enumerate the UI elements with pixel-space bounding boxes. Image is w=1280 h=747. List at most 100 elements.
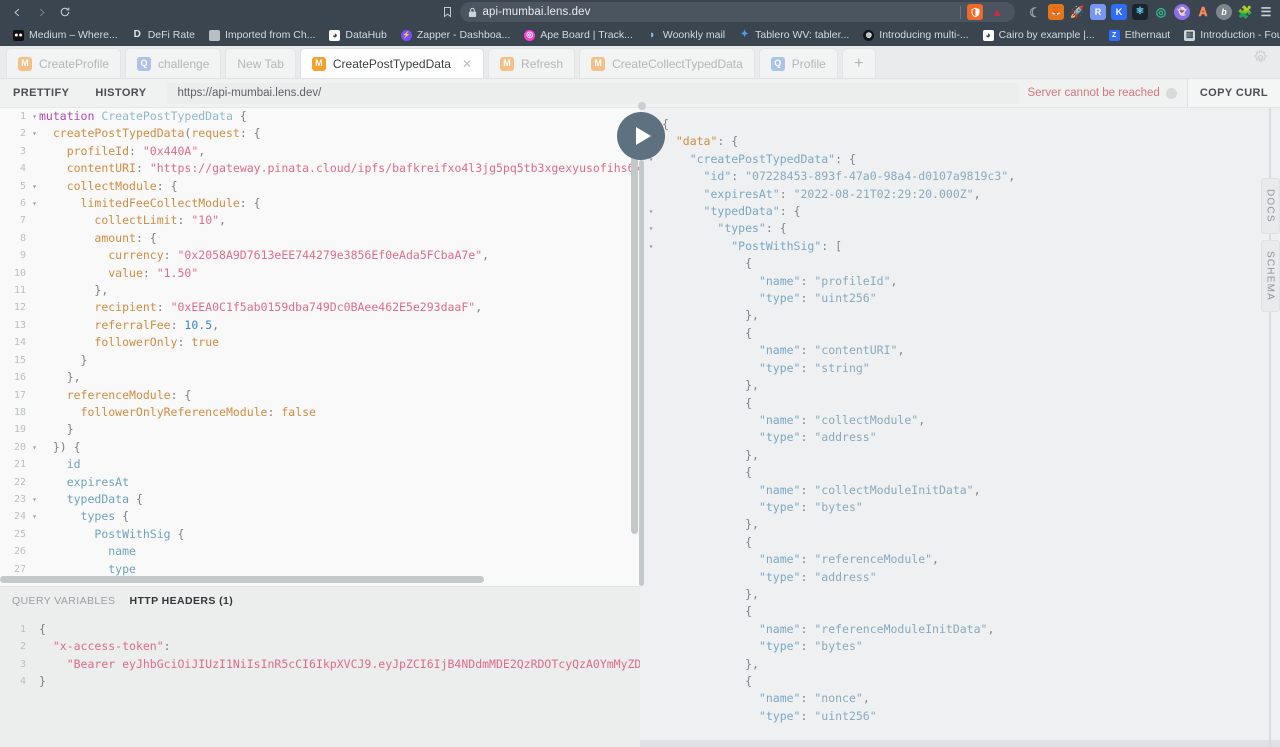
code-token: "https://gateway.pinata.cloud/ipfs/bafkr… bbox=[149, 161, 640, 176]
tab-type-badge: Q bbox=[770, 56, 785, 71]
code-token: } bbox=[39, 674, 46, 689]
line-number: 1 bbox=[19, 624, 26, 635]
tab-type-badge: M bbox=[18, 56, 32, 71]
warning-triangle-icon[interactable]: ▲ bbox=[989, 4, 1005, 20]
argent-icon[interactable]: 𝐀 bbox=[1195, 4, 1211, 20]
execute-query-button[interactable] bbox=[617, 112, 665, 160]
gear-icon[interactable] bbox=[1253, 49, 1280, 75]
extensions-puzzle-icon[interactable]: 🧩 bbox=[1237, 4, 1253, 20]
omnibox-container: api-mumbai.lens.dev ▲ bbox=[78, 2, 1016, 22]
result-token: : bbox=[800, 552, 815, 567]
schema-tab[interactable]: SCHEMA bbox=[1260, 239, 1280, 312]
tab-query-variables[interactable]: QUERY VARIABLES bbox=[12, 595, 115, 607]
code-line-source: } bbox=[39, 673, 640, 690]
fold-toggle-icon[interactable]: ▾ bbox=[30, 178, 39, 195]
fold-toggle-icon[interactable]: ▾ bbox=[30, 439, 39, 456]
code-token: types bbox=[80, 509, 116, 524]
code-line-source: referenceModule: { bbox=[39, 387, 640, 404]
keplr-wallet-icon[interactable]: K bbox=[1111, 4, 1127, 20]
copy-curl-button[interactable]: COPY CURL bbox=[1186, 79, 1280, 107]
result-token: : bbox=[731, 169, 746, 184]
bookmark-item[interactable]: ◎ Ape Board | Track... bbox=[517, 26, 640, 44]
left-column: 1 ▾ mutation CreatePostTypedData {2 ▾ creat… bbox=[0, 102, 665, 747]
bookmark-item[interactable]: ⚡ Zapper - Dashboa... bbox=[394, 26, 517, 44]
graphiql-tab[interactable]: Qchallenge bbox=[125, 48, 222, 78]
query-editor[interactable]: 1 ▾ mutation CreatePostTypedData {2 ▾ creat… bbox=[0, 108, 640, 586]
fold-toggle-icon[interactable]: ▾ bbox=[30, 108, 39, 125]
result-line: "type": "string" bbox=[640, 360, 1280, 377]
metamask-fox-icon[interactable]: 🦊 bbox=[1048, 4, 1064, 20]
fold-toggle-icon[interactable]: ▾ bbox=[30, 491, 39, 508]
bookmark-item[interactable]: ▥ Introduction - Fou... bbox=[1177, 26, 1280, 44]
result-line: ▾ "typedData": { bbox=[640, 203, 1280, 220]
result-token bbox=[662, 256, 745, 270]
browser-menu-icon[interactable]: ☰ bbox=[1258, 4, 1274, 20]
graphiql-tab[interactable]: Q Profile bbox=[758, 48, 838, 78]
rocket-icon[interactable]: 🚀 bbox=[1069, 4, 1085, 20]
bookmark-star-icon[interactable] bbox=[436, 2, 460, 22]
code-line-source: followerOnlyReferenceModule: false bbox=[39, 404, 640, 421]
bookmark-item[interactable]: ●● Medium – Where... bbox=[6, 26, 125, 44]
forward-button[interactable] bbox=[30, 2, 52, 22]
bookmark-item[interactable]: ◗ Woonkly mail bbox=[640, 26, 732, 44]
react-devtools-icon[interactable]: ⚛ bbox=[1132, 4, 1148, 20]
fold-toggle-icon[interactable]: ▾ bbox=[30, 125, 39, 142]
code-line: 18 followerOnlyReferenceModule: false bbox=[0, 404, 640, 421]
pane-splitter-handle[interactable] bbox=[638, 102, 646, 110]
bookmark-item[interactable]: ◍ Introducing multi-... bbox=[856, 26, 975, 44]
prettify-button[interactable]: PRETTIFY bbox=[0, 79, 82, 107]
code-line-source: value: "1.50" bbox=[39, 265, 640, 282]
result-token: : { bbox=[779, 204, 801, 219]
line-number: 21 bbox=[13, 459, 26, 471]
line-number: 11 bbox=[13, 285, 26, 297]
code-line-source: }, bbox=[39, 282, 640, 299]
ghost-icon[interactable]: 👻 bbox=[1174, 4, 1190, 20]
rabby-wallet-icon[interactable]: R bbox=[1090, 4, 1106, 20]
bookmark-label: Medium – Where... bbox=[29, 29, 118, 41]
bookmark-folder[interactable]: Imported from Ch... bbox=[202, 26, 322, 44]
fold-toggle-icon[interactable]: ▾ bbox=[30, 195, 39, 212]
bookmark-item[interactable]: Z Ethernaut bbox=[1102, 26, 1178, 44]
result-fold-toggle-icon bbox=[640, 586, 662, 603]
tab-close-icon[interactable]: ✕ bbox=[462, 58, 472, 70]
query-editor-vertical-scrollbar[interactable] bbox=[631, 116, 638, 534]
http-headers-editor[interactable]: 1{2 "x-access-token": 3 "Bearer eyJhbGciO… bbox=[0, 615, 640, 747]
back-button[interactable] bbox=[6, 2, 28, 22]
reload-button[interactable] bbox=[54, 2, 76, 22]
pane-splitter-bar[interactable] bbox=[639, 160, 644, 586]
query-editor-horizontal-scrollbar[interactable] bbox=[0, 576, 640, 583]
bookmark-item[interactable]: D DeFi Rate bbox=[125, 26, 202, 44]
result-token bbox=[662, 413, 759, 427]
docs-tab[interactable]: DOCS bbox=[1260, 178, 1280, 234]
headers-code[interactable]: 1{2 "x-access-token": 3 "Bearer eyJhbGciO… bbox=[0, 621, 640, 691]
graphiql-tab[interactable]: M CreateCollectTypedData bbox=[579, 48, 755, 78]
bookmark-label: Introducing multi-... bbox=[879, 29, 969, 41]
tab-http-headers[interactable]: HTTP HEADERS (1) bbox=[129, 595, 233, 607]
graphiql-tab[interactable]: New Tab bbox=[225, 48, 296, 78]
browser-chrome: api-mumbai.lens.dev ▲ ☾ 🦊 🚀 R K ⚛ ◎ 👻 𝐀 bbox=[0, 0, 1280, 46]
graphiql-tab[interactable]: M Refresh bbox=[488, 48, 576, 78]
fold-toggle-icon[interactable]: ▾ bbox=[30, 508, 39, 525]
target-icon[interactable]: ◎ bbox=[1153, 4, 1169, 20]
result-token: }, bbox=[745, 517, 759, 532]
bookmark-item[interactable]: ✦ Tablero WV: tabler... bbox=[732, 26, 856, 44]
code-line-source: types { bbox=[39, 508, 640, 525]
bookmark-item[interactable]: ◕ DataHub bbox=[322, 26, 393, 44]
result-line: }, bbox=[640, 377, 1280, 394]
address-bar[interactable]: api-mumbai.lens.dev ▲ bbox=[459, 2, 1016, 22]
result-token: "2022-08-21T02:29:20.000Z" bbox=[793, 186, 974, 201]
code-line: 1 ▾ mutation CreatePostTypedData { bbox=[0, 108, 640, 125]
brave-shield-icon[interactable] bbox=[967, 4, 984, 20]
graphiql-tab[interactable]: M CreatePostTypedData ✕ bbox=[299, 48, 485, 78]
bitwarden-icon[interactable]: b bbox=[1216, 4, 1232, 20]
graphiql-tab[interactable]: M CreateProfile bbox=[6, 48, 122, 78]
bookmark-item[interactable]: ◕ Cairo by example |... bbox=[976, 26, 1102, 44]
query-code[interactable]: 1 ▾ mutation CreatePostTypedData {2 ▾ creat… bbox=[0, 108, 640, 578]
dark-reader-icon[interactable]: ☾ bbox=[1027, 4, 1043, 20]
result-token: : bbox=[800, 691, 815, 706]
result-horizontal-scrollbar[interactable] bbox=[640, 740, 1280, 747]
endpoint-url-field[interactable]: https://api-mumbai.lens.dev/ bbox=[167, 82, 1020, 104]
history-button[interactable]: HISTORY bbox=[82, 79, 159, 107]
result-token: "PostWithSig" bbox=[731, 238, 822, 253]
add-tab-button[interactable]: + bbox=[841, 48, 876, 78]
